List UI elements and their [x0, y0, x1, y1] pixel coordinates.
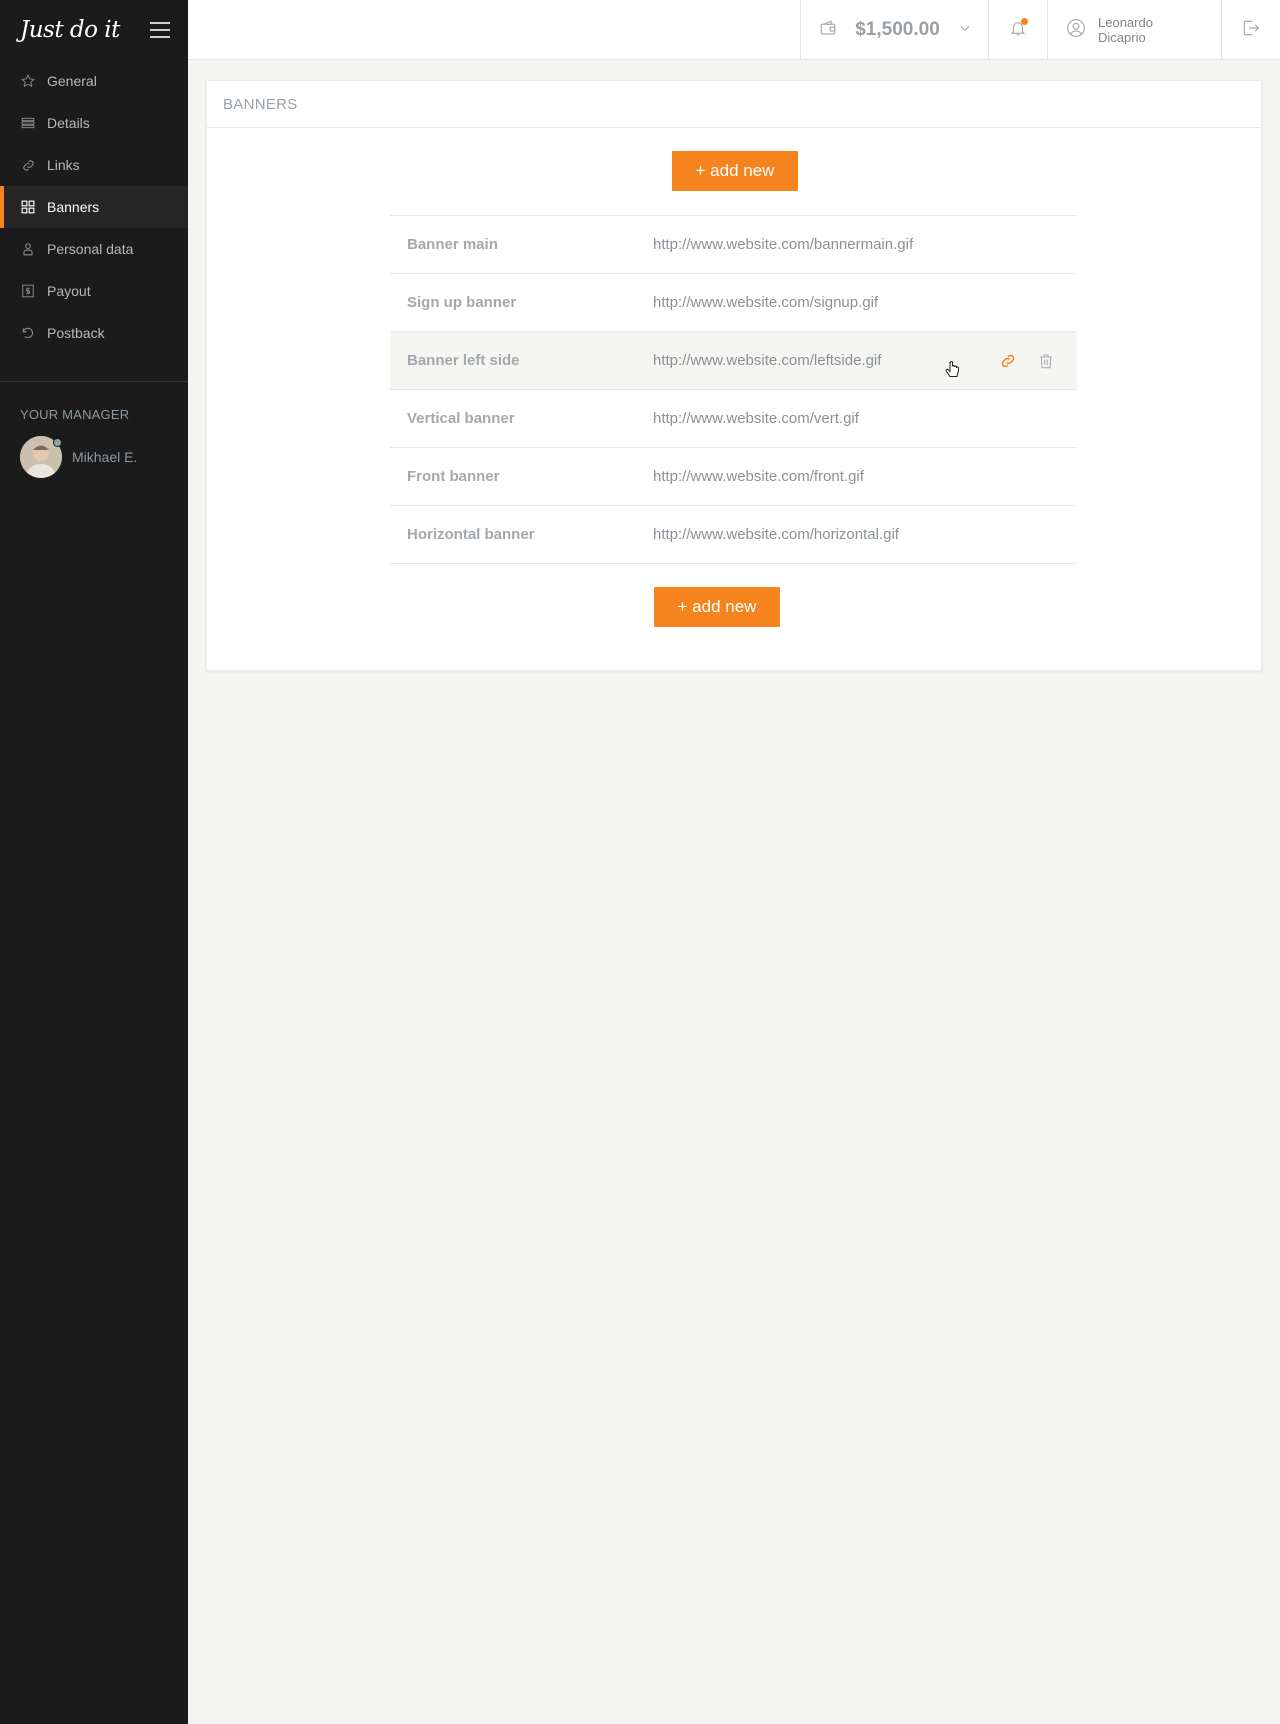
topbar: $1,500.00 Leonardo Dicaprio [188, 0, 1280, 60]
banner-name: Horizontal banner [407, 526, 535, 543]
logout-icon [1241, 18, 1261, 43]
sidebar-item-label: General [47, 73, 97, 89]
add-new-button-top[interactable]: + add new [672, 151, 798, 191]
sidebar-item-links[interactable]: Links [0, 144, 188, 186]
row-actions [999, 332, 1055, 390]
banner-url: http://www.website.com/vert.gif [653, 410, 859, 427]
manager-title: YOUR MANAGER [20, 407, 130, 422]
notification-badge [1021, 18, 1028, 25]
table-row[interactable]: Sign up banner http://www.website.com/si… [390, 274, 1077, 332]
notifications-button[interactable] [988, 0, 1047, 60]
banner-url: http://www.website.com/signup.gif [653, 294, 879, 311]
undo-icon [20, 325, 36, 341]
brand-logo[interactable]: Just do it [20, 17, 120, 43]
sidebar: Just do it General Details Links Banners… [0, 0, 188, 1724]
sidebar-item-details[interactable]: Details [0, 102, 188, 144]
avatar [20, 436, 62, 478]
banner-url: http://www.website.com/bannermain.gif [653, 236, 914, 253]
banner-name: Vertical banner [407, 410, 515, 427]
online-status-dot [53, 438, 62, 447]
grid-icon [20, 199, 36, 215]
sidebar-item-postback[interactable]: Postback [0, 312, 188, 354]
sidebar-item-label: Postback [47, 325, 105, 341]
manager-name: Mikhael E. [72, 449, 138, 465]
logout-button[interactable] [1221, 0, 1280, 60]
table-row[interactable]: Banner left side http://www.website.com/… [390, 332, 1077, 390]
hamburger-menu-icon[interactable] [150, 22, 170, 38]
sidebar-item-general[interactable]: General [0, 60, 188, 102]
banner-table: Banner main http://www.website.com/banne… [390, 215, 1077, 564]
hand-cursor-icon [945, 361, 961, 384]
table-row[interactable]: Vertical banner http://www.website.com/v… [390, 390, 1077, 448]
banners-panel: BANNERS + add new Banner main http://www… [206, 80, 1262, 671]
sidebar-item-label: Links [47, 157, 80, 173]
table-row[interactable]: Banner main http://www.website.com/banne… [390, 216, 1077, 274]
chevron-down-icon [958, 21, 972, 40]
sidebar-item-label: Personal data [47, 241, 134, 257]
list-icon [20, 115, 36, 131]
trash-icon[interactable] [1037, 352, 1055, 370]
user-name: Leonardo Dicaprio [1098, 15, 1153, 45]
manager-card[interactable]: Mikhael E. [0, 422, 188, 478]
sidebar-item-payout[interactable]: Payout [0, 270, 188, 312]
sidebar-item-banners[interactable]: Banners [0, 186, 188, 228]
brand: Just do it [0, 0, 188, 60]
user-circle-icon [1066, 18, 1086, 43]
balance-dropdown[interactable]: $1,500.00 [800, 0, 988, 60]
banner-name: Sign up banner [407, 294, 517, 311]
link-icon [20, 157, 36, 173]
user-menu[interactable]: Leonardo Dicaprio [1047, 0, 1221, 60]
sidebar-item-label: Details [47, 115, 90, 131]
banner-url: http://www.website.com/front.gif [653, 468, 864, 485]
add-new-button-bottom[interactable]: + add new [654, 587, 780, 627]
banner-url: http://www.website.com/leftside.gif [653, 352, 882, 369]
star-icon [20, 73, 36, 89]
sidebar-nav: General Details Links Banners Personal d… [0, 60, 188, 354]
copy-link-icon[interactable] [999, 352, 1017, 370]
balance-amount: $1,500.00 [855, 19, 940, 40]
dollar-icon [20, 283, 36, 299]
panel-title: BANNERS [207, 81, 1261, 128]
sidebar-item-label: Banners [47, 199, 100, 215]
wallet-icon [819, 19, 837, 42]
topbar-actions: $1,500.00 Leonardo Dicaprio [800, 0, 1280, 60]
banner-name: Front banner [407, 468, 500, 485]
user-icon [20, 241, 36, 257]
banner-name: Banner main [407, 236, 498, 253]
banner-name: Banner left side [407, 352, 520, 369]
table-row[interactable]: Front banner http://www.website.com/fron… [390, 448, 1077, 506]
banner-url: http://www.website.com/horizontal.gif [653, 526, 899, 543]
sidebar-item-label: Payout [47, 283, 91, 299]
table-row[interactable]: Horizontal banner http://www.website.com… [390, 506, 1077, 564]
sidebar-item-personal-data[interactable]: Personal data [0, 228, 188, 270]
